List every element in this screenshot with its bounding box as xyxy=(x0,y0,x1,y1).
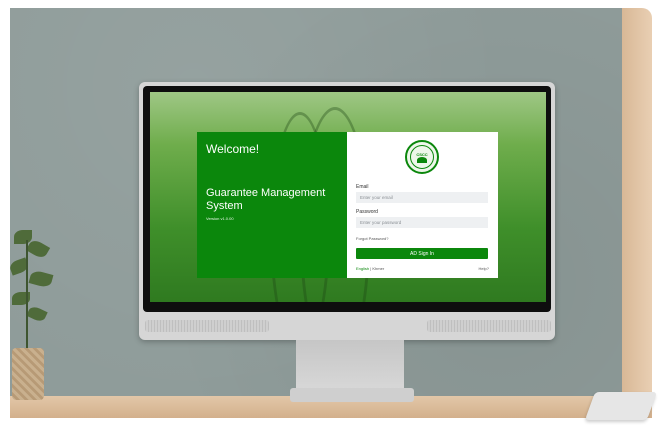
organization-seal-icon: CSCC xyxy=(405,140,439,174)
welcome-panel: Welcome! Guarantee Management System Ver… xyxy=(197,132,347,278)
monitor-stand-base xyxy=(290,388,414,402)
email-placeholder: Enter your email xyxy=(360,195,393,200)
login-form: CSCC Email Enter your email Password Ent… xyxy=(347,132,498,278)
keyboard xyxy=(584,392,658,420)
plant-pot xyxy=(12,348,44,400)
sign-in-button[interactable]: AD Sign In xyxy=(356,248,488,259)
wooden-panel xyxy=(622,8,652,400)
language-english[interactable]: English xyxy=(356,266,369,271)
seal-text: CSCC xyxy=(416,151,428,157)
password-placeholder: Enter your password xyxy=(360,220,402,225)
speaker-grille-right xyxy=(427,320,551,332)
email-label: Email xyxy=(356,184,369,190)
forgot-password-link[interactable]: Forgot Password? xyxy=(356,236,388,241)
language-khmer[interactable]: Khmer xyxy=(372,266,384,271)
email-field[interactable]: Enter your email xyxy=(356,192,488,203)
monitor-stand xyxy=(296,340,404,392)
screen: Welcome! Guarantee Management System Ver… xyxy=(150,92,546,302)
potted-plant xyxy=(8,220,60,400)
speaker-grille-left xyxy=(145,320,269,332)
scene: Welcome! Guarantee Management System Ver… xyxy=(0,0,662,425)
password-label: Password xyxy=(356,209,378,215)
password-field[interactable]: Enter your password xyxy=(356,217,488,228)
language-switcher: English | Khmer xyxy=(356,266,384,271)
system-title: Guarantee Management System xyxy=(206,187,326,212)
help-link[interactable]: Help? xyxy=(479,266,489,271)
version-text: Version v1.0.00 xyxy=(206,216,234,221)
welcome-heading: Welcome! xyxy=(206,142,260,156)
